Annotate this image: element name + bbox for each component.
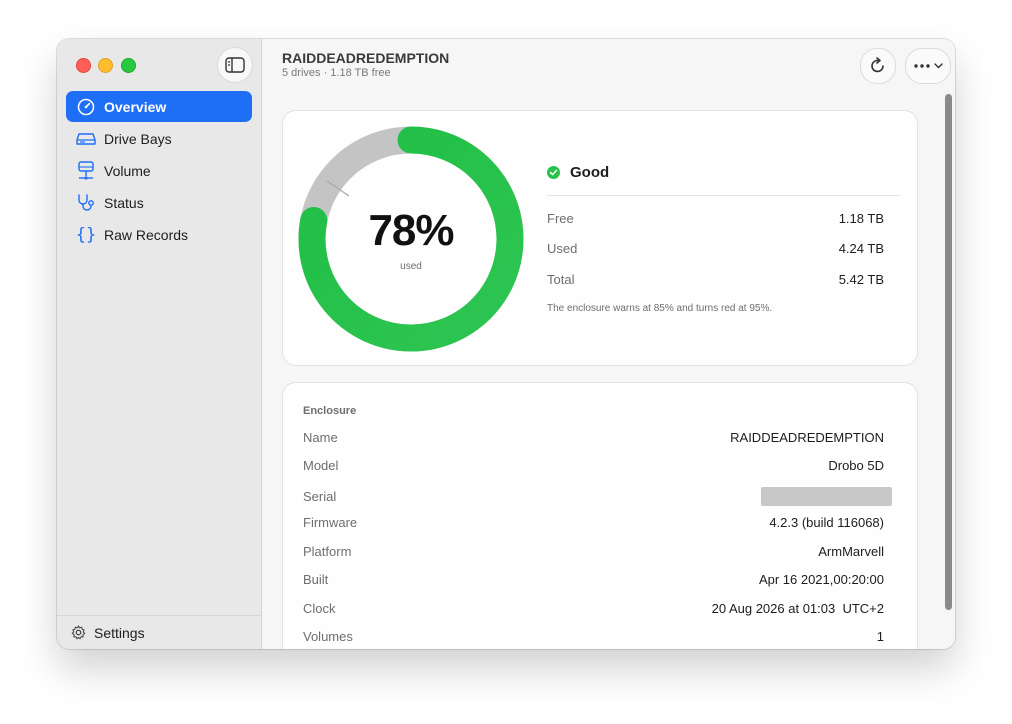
row-value: 20 Aug 2026 at 01:03 UTC+2 (711, 601, 884, 616)
minimize-window-button[interactable] (98, 58, 113, 73)
app-window: Overview Drive Bays Volume Status {} Raw… (57, 39, 955, 649)
settings-label: Settings (94, 624, 145, 641)
row-label: Platform (303, 544, 352, 559)
row-value: 1 (876, 629, 884, 644)
threshold-note: The enclosure warns at 85% and turns red… (547, 303, 773, 314)
zoom-window-button[interactable] (121, 58, 136, 73)
stat-row-used: Used 4.24 TB (547, 241, 884, 256)
row-value: ArmMarvell (818, 544, 884, 559)
refresh-button[interactable] (860, 48, 896, 84)
enclosure-row-platform: Platform ArmMarvell (303, 544, 884, 559)
divider (547, 195, 900, 196)
sidebar: Overview Drive Bays Volume Status {} Raw… (57, 39, 262, 649)
gear-icon (71, 625, 86, 640)
row-label: Built (303, 572, 329, 587)
enclosure-row-built: Built Apr 16 2021,00:20:00 (303, 572, 884, 587)
usage-percent: 78% (368, 206, 454, 255)
stat-value: 5.42 TB (838, 272, 884, 287)
serial-redacted-value (761, 487, 892, 506)
status-label: Good (570, 164, 610, 181)
usage-caption: used (400, 261, 422, 272)
stat-label: Used (547, 241, 578, 256)
stat-label: Free (547, 211, 574, 226)
row-value: Drobo 5D (828, 458, 884, 473)
stat-value: 4.24 TB (838, 241, 884, 256)
row-label: Clock (303, 601, 336, 616)
more-menu-button[interactable] (905, 48, 951, 84)
usage-card: 78% used Good Free 1.18 TB Used 4.24 TB … (282, 110, 918, 366)
row-label: Firmware (303, 515, 358, 530)
sidebar-item-overview[interactable]: Overview (66, 91, 252, 122)
sidebar-item-drive-bays[interactable]: Drive Bays (66, 123, 252, 154)
page-title: RAIDDEADREDEMPTION (282, 50, 450, 66)
enclosure-row-firmware: Firmware 4.2.3 (build 116068) (303, 515, 884, 530)
gauge-icon (76, 97, 96, 117)
sidebar-item-volume[interactable]: Volume (66, 155, 252, 186)
sidebar-item-label: Overview (104, 98, 167, 115)
row-value: 4.2.3 (build 116068) (769, 515, 884, 530)
ellipsis-icon (914, 64, 930, 68)
row-label: Model (303, 458, 339, 473)
enclosure-card: Enclosure Name RAIDDEADREDEMPTION Model … (282, 382, 918, 649)
section-heading: Enclosure (303, 405, 357, 417)
sidebar-item-label: Volume (104, 162, 151, 179)
enclosure-row-clock: Clock 20 Aug 2026 at 01:03 UTC+2 (303, 601, 884, 616)
row-label: Serial (303, 489, 337, 504)
settings-button[interactable]: Settings (57, 615, 261, 649)
enclosure-row-model: Model Drobo 5D (303, 458, 884, 473)
health-status: Good (547, 164, 609, 181)
chevron-down-icon (934, 63, 943, 69)
sidebar-item-label: Raw Records (104, 226, 189, 243)
page-subtitle: 5 drives · 1.18 TB free (282, 67, 391, 79)
row-label: Volumes (303, 629, 353, 644)
drive-icon (76, 129, 96, 149)
scrollbar-thumb[interactable] (945, 94, 952, 610)
enclosure-row-volumes: Volumes 1 (303, 629, 884, 644)
row-value: RAIDDEADREDEMPTION (730, 430, 884, 445)
check-icon (547, 166, 560, 179)
volume-icon (76, 160, 96, 181)
stat-label: Total (547, 272, 575, 287)
sidebar-toggle-button[interactable] (217, 47, 253, 83)
enclosure-row-name: Name RAIDDEADREDEMPTION (303, 430, 884, 445)
sidebar-nav: Overview Drive Bays Volume Status {} Raw… (66, 91, 252, 251)
sidebar-item-raw-records[interactable]: {} Raw Records (66, 219, 252, 250)
main-content: RAIDDEADREDEMPTION 5 drives · 1.18 TB fr… (262, 39, 955, 649)
row-label: Name (303, 430, 338, 445)
sidebar-toggle-icon (225, 57, 245, 73)
stethoscope-icon (76, 193, 96, 213)
stat-row-total: Total 5.42 TB (547, 272, 884, 287)
close-window-button[interactable] (76, 58, 91, 73)
row-value: Apr 16 2021,00:20:00 (758, 572, 884, 587)
refresh-icon (871, 57, 884, 73)
braces-icon: {} (75, 224, 97, 245)
stat-row-free: Free 1.18 TB (547, 211, 884, 226)
sidebar-item-label: Drive Bays (104, 130, 172, 147)
stat-value: 1.18 TB (838, 211, 884, 226)
sidebar-item-label: Status (104, 194, 144, 211)
sidebar-item-status[interactable]: Status (66, 187, 252, 218)
enclosure-row-serial: Serial (303, 487, 892, 506)
